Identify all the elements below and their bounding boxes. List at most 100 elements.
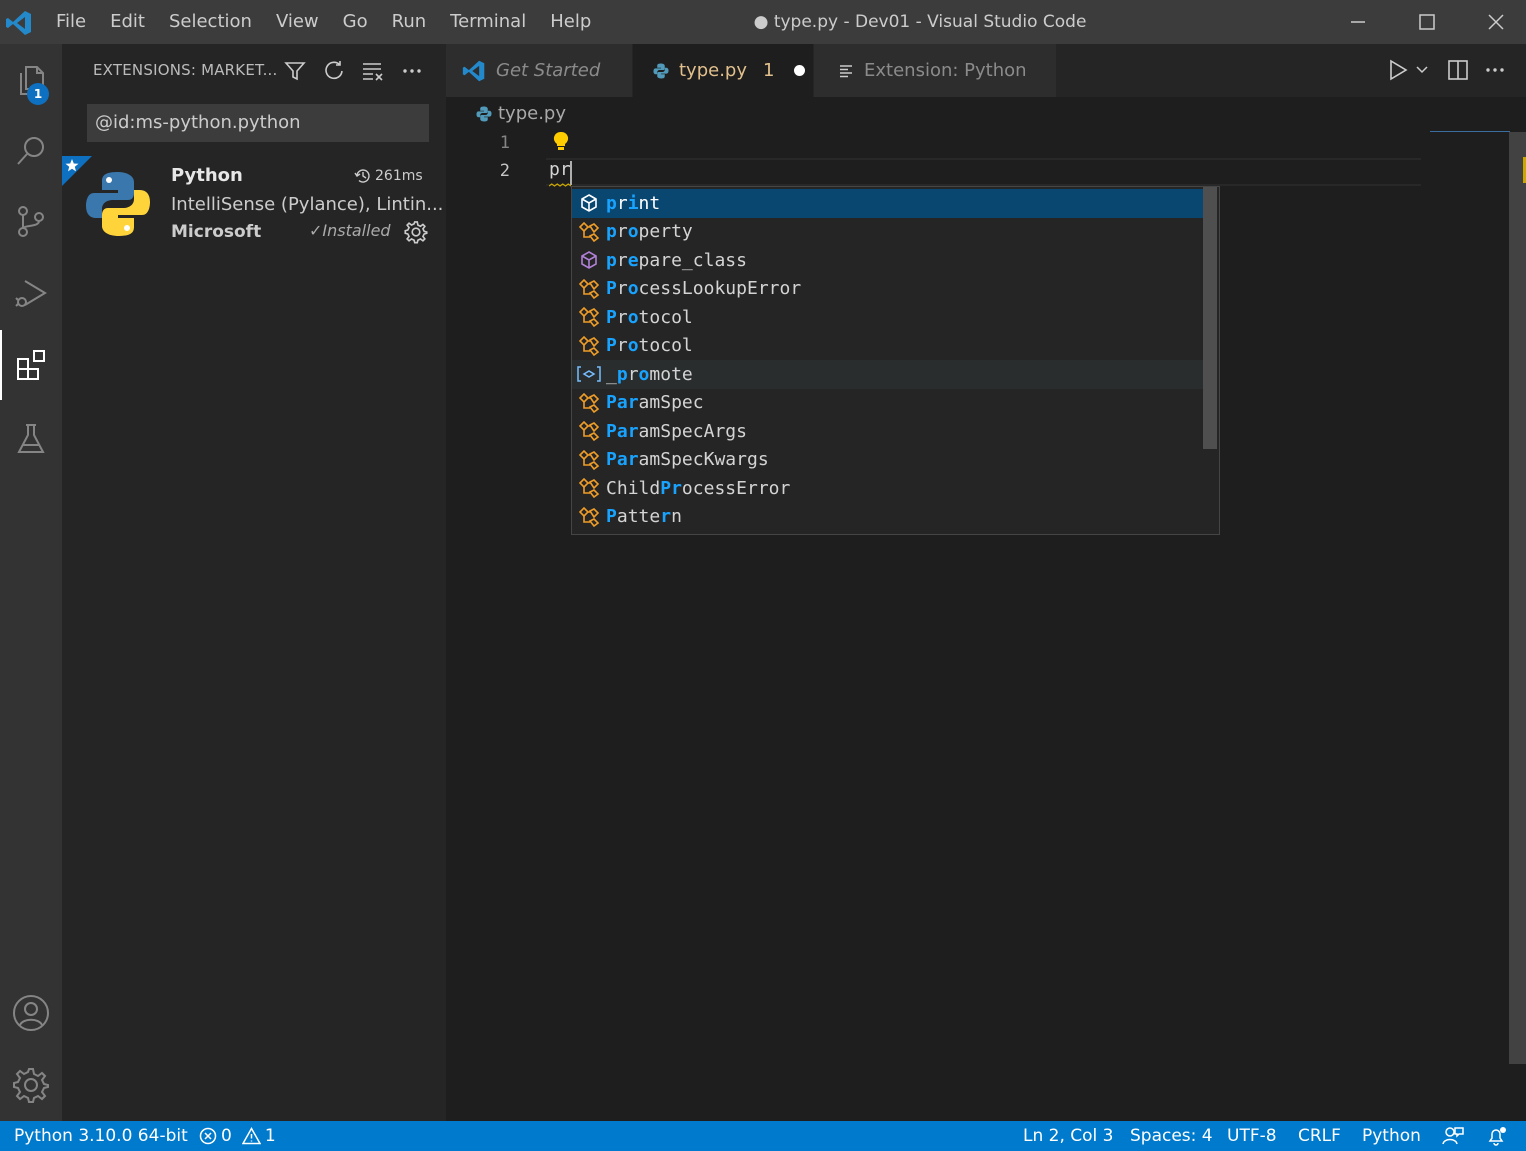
unsaved-dot-icon[interactable] <box>794 65 806 76</box>
extension-list-item[interactable]: Python 261ms IntelliSense (Pylance), Lin… <box>62 156 446 248</box>
extension-description: IntelliSense (Pylance), Lintin... <box>171 194 444 215</box>
suggestion-label: Pattern <box>606 506 682 528</box>
menu-go[interactable]: Go <box>331 0 380 44</box>
suggestion-item[interactable]: prepare_class <box>572 246 1204 275</box>
suggestion-widget[interactable]: print property prepare_class ProcessLookupE… <box>571 186 1220 535</box>
line-ending-status[interactable]: CRLF <box>1298 1121 1341 1151</box>
extension-publisher: Microsoft <box>171 222 262 242</box>
method-icon <box>572 246 606 274</box>
more-actions-button[interactable] <box>398 57 426 85</box>
suggestion-item[interactable]: ProcessLookupError <box>572 275 1204 304</box>
flask-icon <box>13 421 49 457</box>
gear-icon <box>12 1066 50 1104</box>
suggestion-label: ProcessLookupError <box>606 278 802 300</box>
tab-type-py[interactable]: type.py 1 <box>633 44 813 97</box>
split-editor-button[interactable] <box>1447 59 1469 81</box>
activation-time-text: 261ms <box>375 168 423 184</box>
suggestion-item[interactable]: ParamSpec <box>572 389 1204 418</box>
warning-count: 1 <box>264 1126 276 1146</box>
filter-button[interactable] <box>281 57 309 85</box>
suggestion-item[interactable]: property <box>572 218 1204 247</box>
run-debug-button[interactable] <box>0 258 62 328</box>
close-window-button[interactable] <box>1461 0 1526 44</box>
explorer-badge: 1 <box>27 83 49 105</box>
suggestion-item[interactable]: Protocol <box>572 332 1204 361</box>
suggestion-item[interactable]: ParamSpecArgs <box>572 417 1204 446</box>
run-options-button[interactable] <box>1415 64 1429 76</box>
menu-terminal[interactable]: Terminal <box>438 0 538 44</box>
run-file-button[interactable] <box>1388 58 1410 82</box>
minimize-button[interactable] <box>1323 0 1393 44</box>
encoding-status[interactable]: UTF-8 <box>1227 1121 1277 1151</box>
menu-file[interactable]: File <box>44 0 98 44</box>
problems-status[interactable]: 0 1 <box>199 1121 276 1151</box>
feedback-icon <box>1442 1126 1464 1146</box>
breadcrumb-file[interactable]: type.py <box>498 103 566 124</box>
tab-label: Extension: Python <box>864 60 1027 81</box>
suggestion-item[interactable]: _promote <box>572 360 1204 389</box>
python-logo-icon <box>84 170 152 238</box>
warning-squiggle <box>549 183 571 188</box>
feedback-button[interactable] <box>1442 1121 1464 1151</box>
extension-name: Python <box>171 165 243 186</box>
menu-run[interactable]: Run <box>380 0 439 44</box>
extension-search-input[interactable]: @id:ms-python.python <box>87 104 429 142</box>
explorer-button[interactable]: 1 <box>0 45 62 115</box>
refresh-icon <box>323 60 345 82</box>
gear-icon <box>404 220 428 244</box>
cursor-position-status[interactable]: Ln 2, Col 3 <box>1023 1121 1114 1151</box>
suggestion-item[interactable]: ChildProcessError <box>572 474 1204 503</box>
suggestion-item[interactable]: print <box>572 189 1204 218</box>
suggestion-label: Protocol <box>606 335 693 357</box>
source-control-button[interactable] <box>0 186 62 256</box>
suggestion-label: _promote <box>606 363 693 385</box>
menu-help[interactable]: Help <box>538 0 603 44</box>
warning-icon <box>241 1127 261 1145</box>
breadcrumb[interactable]: type.py <box>476 103 566 124</box>
tab-problem-count: 1 <box>763 60 775 81</box>
suggestion-label: ChildProcessError <box>606 477 791 499</box>
text-cursor <box>570 161 572 185</box>
maximize-button[interactable] <box>1392 0 1462 44</box>
account-icon <box>12 994 50 1032</box>
refresh-button[interactable] <box>320 57 348 85</box>
suggestion-label: ParamSpecKwargs <box>606 449 769 471</box>
suggestion-label: property <box>606 221 693 243</box>
suggestion-item[interactable]: Pattern <box>572 503 1204 532</box>
editor-more-actions-button[interactable] <box>1484 59 1506 81</box>
python-interpreter-text: Python 3.10.0 64-bit <box>14 1126 188 1146</box>
extension-settings-button[interactable] <box>404 220 428 244</box>
split-editor-icon <box>1447 59 1469 81</box>
search-icon <box>13 133 49 169</box>
extensions-button[interactable] <box>0 330 62 400</box>
accounts-button[interactable] <box>0 978 62 1048</box>
ellipsis-icon <box>401 60 423 82</box>
language-mode-status[interactable]: Python <box>1362 1121 1421 1151</box>
lightbulb-icon[interactable] <box>553 131 569 153</box>
testing-button[interactable] <box>0 404 62 474</box>
editor-scrollbar[interactable] <box>1509 132 1526 1064</box>
class-icon <box>572 218 606 246</box>
class-icon <box>572 275 606 303</box>
manage-button[interactable] <box>0 1050 62 1120</box>
python-interpreter-status[interactable]: Python 3.10.0 64-bit <box>14 1121 188 1151</box>
suggestion-item[interactable]: ParamSpecKwargs <box>572 446 1204 475</box>
suggestion-label: ParamSpecArgs <box>606 420 747 442</box>
ellipsis-icon <box>1484 59 1506 81</box>
indentation-status[interactable]: Spaces: 4 <box>1130 1121 1213 1151</box>
menu-edit[interactable]: Edit <box>98 0 157 44</box>
tab-get-started[interactable]: Get Started <box>446 44 632 97</box>
menu-selection[interactable]: Selection <box>157 0 264 44</box>
tab-extension-python[interactable]: Extension: Python <box>814 44 1056 97</box>
menu-view[interactable]: View <box>264 0 331 44</box>
status-bar: Python 3.10.0 64-bit 0 1 Ln 2, Col 3 Spa… <box>0 1121 1526 1151</box>
suggestion-scrollbar[interactable] <box>1203 187 1217 449</box>
overview-ruler-line <box>1430 131 1510 132</box>
clear-results-button[interactable] <box>359 57 387 85</box>
class-icon <box>572 303 606 331</box>
search-button[interactable] <box>0 116 62 186</box>
notifications-button[interactable] <box>1486 1121 1508 1151</box>
error-count: 0 <box>221 1126 232 1146</box>
filter-icon <box>284 60 306 82</box>
suggestion-item[interactable]: Protocol <box>572 303 1204 332</box>
